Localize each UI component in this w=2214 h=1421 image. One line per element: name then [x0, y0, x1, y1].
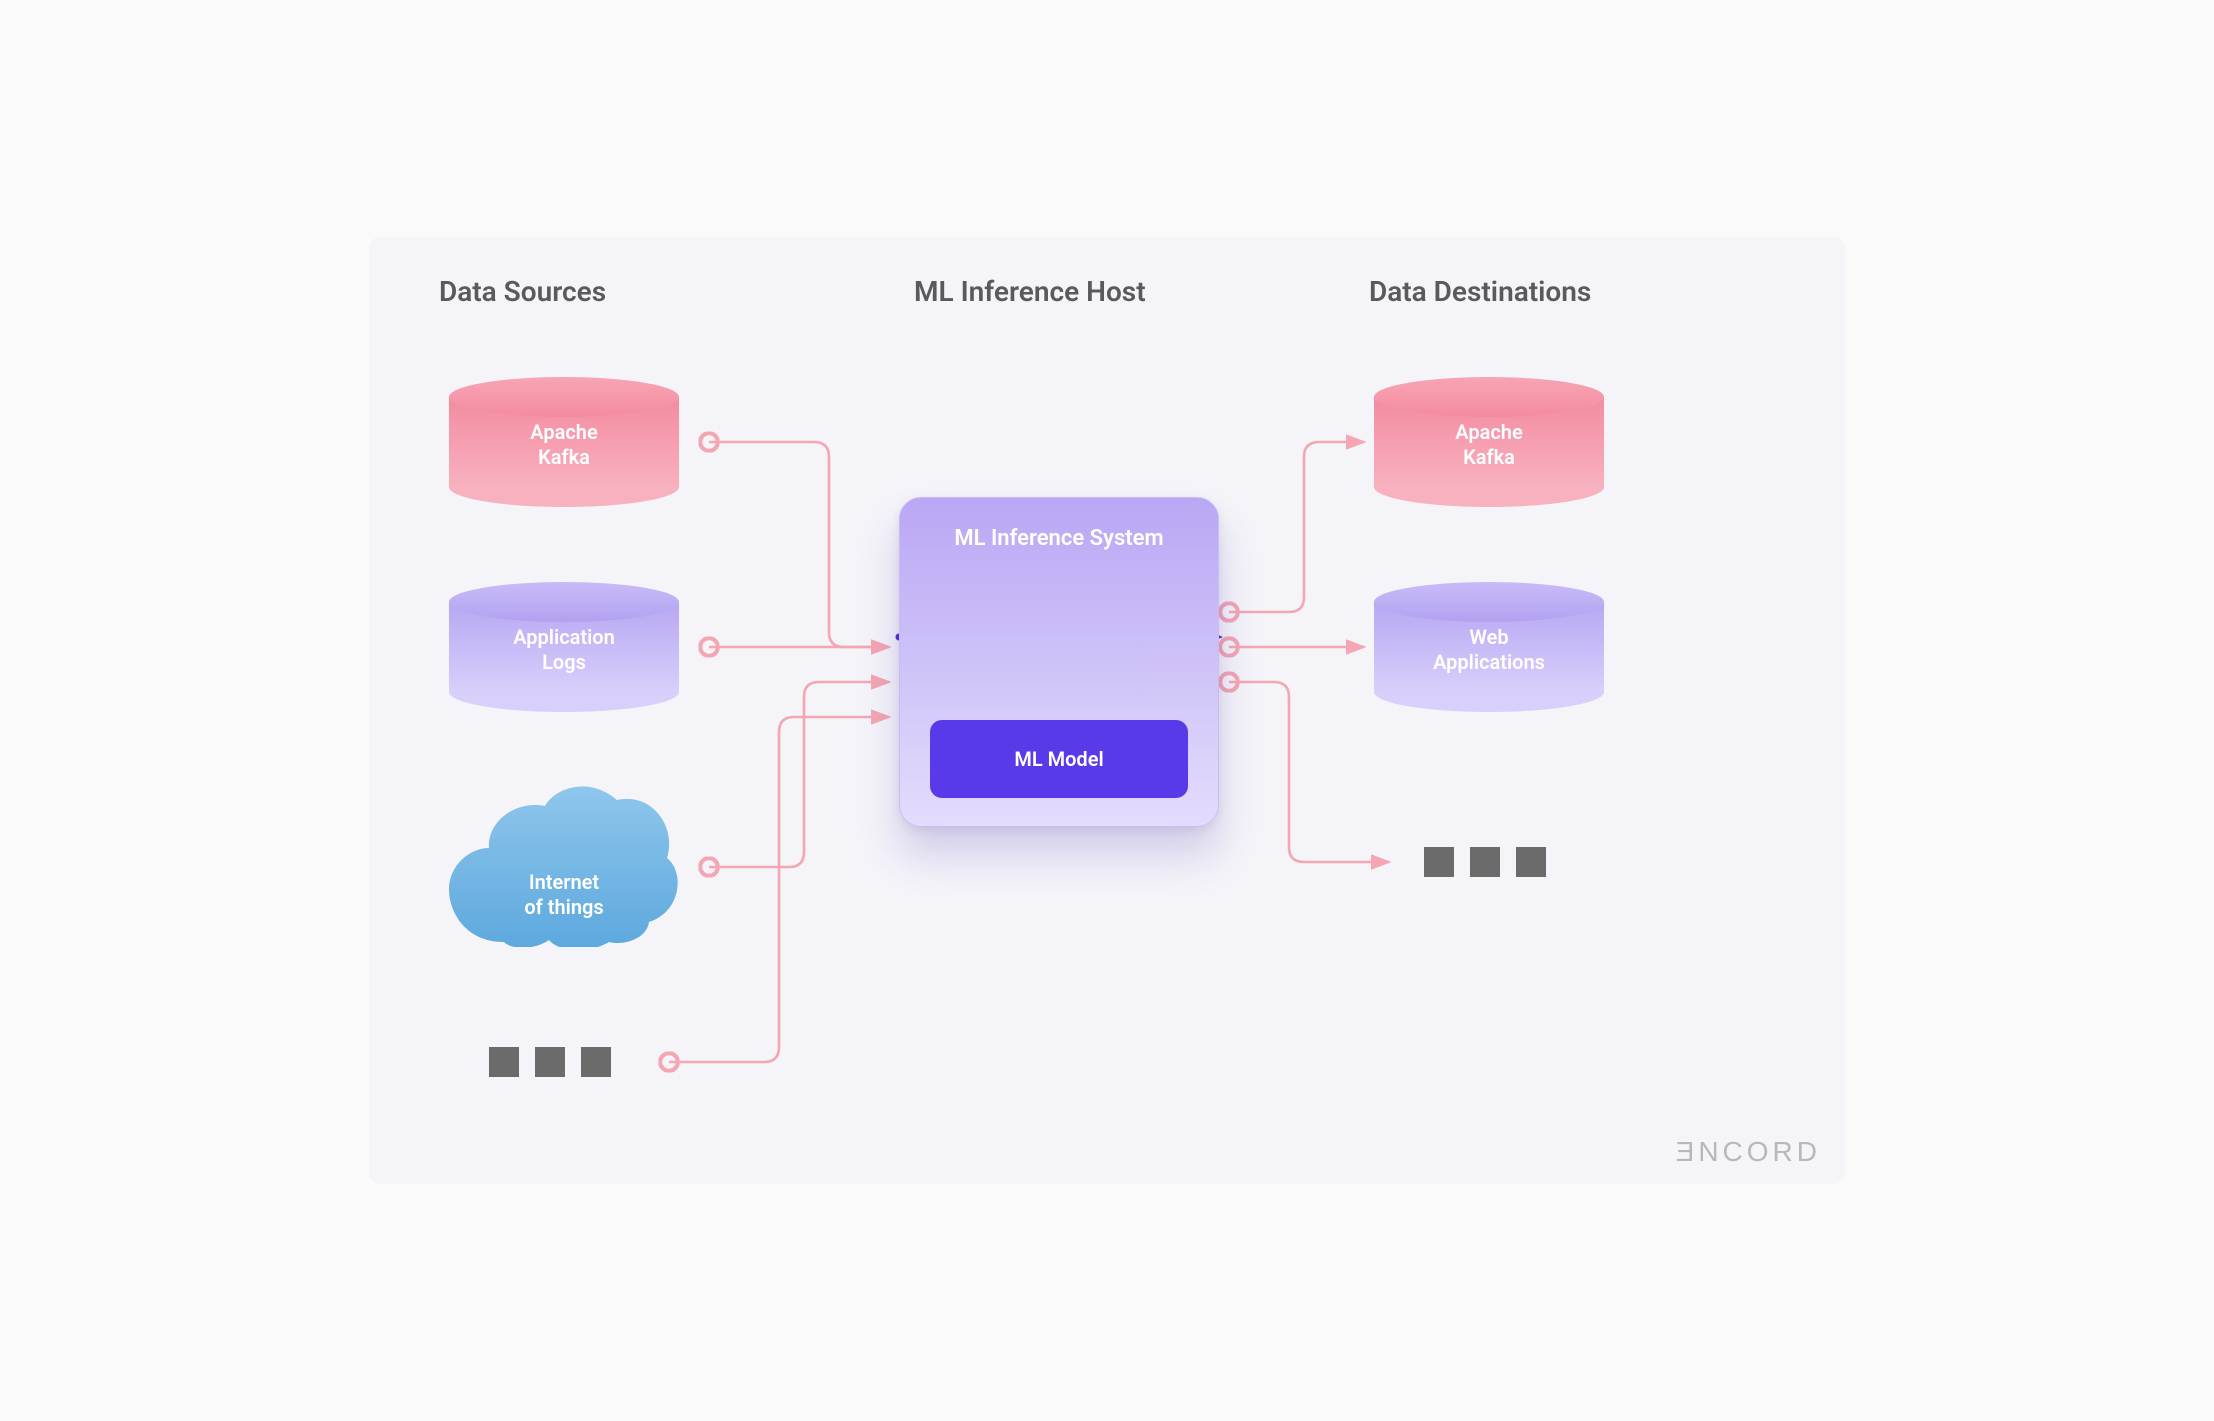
ml-model-box: ML Model	[930, 720, 1188, 798]
destination-web-applications: Web Applications	[1374, 582, 1604, 712]
source-kafka-label: Apache Kafka	[449, 420, 679, 470]
cylinder-top	[449, 582, 679, 622]
destination-kafka-label: Apache Kafka	[1374, 420, 1604, 470]
sources-more-icon	[489, 1047, 611, 1077]
cylinder-top	[1374, 582, 1604, 622]
connector-more-to-host	[669, 717, 889, 1062]
source-logs-label: Application Logs	[449, 625, 679, 675]
destination-kafka: Apache Kafka	[1374, 377, 1604, 507]
heading-destinations: Data Destinations	[1369, 275, 1591, 308]
connector-iot-to-host	[709, 682, 889, 867]
dot-icon	[489, 1047, 519, 1077]
destination-web-label: Web Applications	[1374, 625, 1604, 675]
cylinder-top	[1374, 377, 1604, 417]
connector-host-to-more	[1229, 682, 1389, 862]
dot-icon	[581, 1047, 611, 1077]
ml-inference-system-box: ML Inference System ML Model	[899, 497, 1219, 827]
connector-host-to-kafka	[1229, 442, 1364, 612]
source-iot-cloud: Internet of things	[449, 782, 679, 951]
source-kafka: Apache Kafka	[449, 377, 679, 507]
connector-kafka-to-host	[709, 442, 889, 647]
cloud-icon	[449, 782, 679, 947]
dot-icon	[1470, 847, 1500, 877]
dot-icon	[1424, 847, 1454, 877]
source-iot-label: Internet of things	[449, 870, 679, 920]
dot-icon	[535, 1047, 565, 1077]
source-application-logs: Application Logs	[449, 582, 679, 712]
host-box-title: ML Inference System	[900, 526, 1218, 551]
cylinder-top	[449, 377, 679, 417]
destinations-more-icon	[1424, 847, 1546, 877]
heading-host: ML Inference Host	[914, 275, 1146, 308]
diagram-canvas: Data Sources ML Inference Host Data Dest…	[369, 237, 1845, 1184]
heading-sources: Data Sources	[439, 275, 606, 308]
dot-icon	[1516, 847, 1546, 877]
encord-logo: ƎNCORD	[1676, 1136, 1821, 1168]
